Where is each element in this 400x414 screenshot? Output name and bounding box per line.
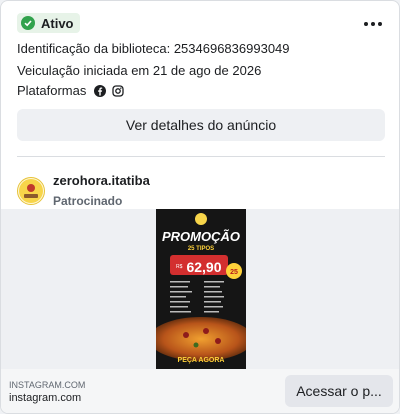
poster-subtitle: 25 TIPOS	[188, 246, 214, 252]
poster-graphic: PROMOÇÃO 25 TIPOS R$ 62,90 25 PEÇA AGORA	[156, 209, 246, 369]
status-label: Ativo	[41, 15, 74, 31]
more-dots-icon	[364, 22, 368, 26]
footer-site: instagram.com	[9, 392, 82, 404]
divider	[17, 156, 385, 157]
status-badge: Ativo	[17, 13, 80, 33]
advertiser-text: zerohora.itatiba Patrocinado	[53, 173, 150, 209]
status-row: Ativo	[17, 13, 80, 33]
more-dot	[371, 22, 375, 26]
ad-footer: INSTAGRAM.COM instagram.com Acessar o p.…	[1, 369, 399, 413]
start-date: Veiculação iniciada em 21 de ago de 2026	[17, 63, 262, 78]
facebook-icon	[94, 84, 107, 97]
see-ad-details-button[interactable]: Ver detalhes do anúncio	[17, 109, 385, 141]
advertiser-avatar[interactable]	[17, 177, 45, 205]
platforms-label: Plataformas	[17, 83, 87, 98]
more-options-button[interactable]	[361, 13, 385, 35]
instagram-icon	[112, 84, 125, 97]
more-dot	[378, 22, 382, 26]
footer-domain: INSTAGRAM.COM	[9, 380, 86, 390]
poster-badge: 25	[230, 269, 238, 276]
poster-title: PROMOÇÃO	[162, 229, 240, 244]
advertiser-header: zerohora.itatiba Patrocinado	[17, 173, 150, 209]
poster-price: 62,90	[186, 259, 221, 275]
ad-card: Ativo Identificação da biblioteca: 25346…	[0, 0, 400, 414]
sponsored-label: Patrocinado	[53, 194, 123, 208]
ad-creative-image: PROMOÇÃO 25 TIPOS R$ 62,90 25 PEÇA AGORA	[156, 209, 246, 369]
poster-price-prefix: R$	[176, 264, 183, 270]
library-id: Identificação da biblioteca: 25346968369…	[17, 41, 290, 56]
platforms-row: Plataformas	[17, 83, 130, 98]
check-circle-icon	[21, 16, 35, 30]
visit-profile-button[interactable]: Acessar o p...	[285, 375, 393, 407]
advertiser-name[interactable]: zerohora.itatiba	[53, 173, 150, 189]
ad-media[interactable]: PROMOÇÃO 25 TIPOS R$ 62,90 25 PEÇA AGORA	[1, 209, 399, 369]
poster-cta: PEÇA AGORA	[178, 357, 225, 364]
